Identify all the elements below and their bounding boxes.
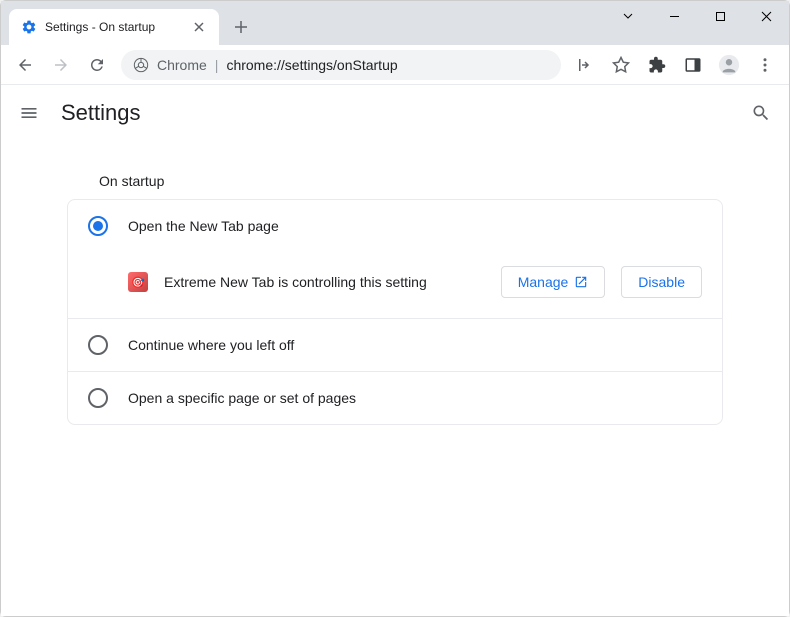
option-label: Continue where you left off — [128, 337, 294, 353]
settings-header: Settings — [1, 85, 789, 141]
option-new-tab[interactable]: Open the New Tab page — [68, 200, 722, 252]
back-button[interactable] — [9, 49, 41, 81]
browser-tab[interactable]: Settings - On startup — [9, 9, 219, 45]
new-tab-button[interactable] — [227, 13, 255, 41]
option-specific[interactable]: Open a specific page or set of pages — [68, 372, 722, 424]
radio-selected-icon — [88, 216, 108, 236]
profile-icon[interactable] — [713, 49, 745, 81]
forward-button[interactable] — [45, 49, 77, 81]
reload-button[interactable] — [81, 49, 113, 81]
option-label: Open a specific page or set of pages — [128, 390, 356, 406]
launch-icon — [574, 275, 588, 289]
extension-message: Extreme New Tab is controlling this sett… — [164, 274, 485, 290]
address-context: Chrome — [157, 57, 207, 73]
titlebar: Settings - On startup — [1, 1, 789, 45]
address-divider: | — [215, 57, 219, 73]
chrome-icon — [133, 57, 149, 73]
close-button[interactable] — [743, 1, 789, 31]
startup-options-card: Open the New Tab page 🎯 Extreme New Tab … — [67, 199, 723, 425]
hamburger-icon[interactable] — [17, 101, 41, 125]
search-icon[interactable] — [749, 101, 773, 125]
manage-button[interactable]: Manage — [501, 266, 606, 298]
page-title: Settings — [61, 100, 729, 126]
address-bar[interactable]: Chrome | chrome://settings/onStartup — [121, 50, 561, 80]
share-icon[interactable] — [569, 49, 601, 81]
extension-notice: 🎯 Extreme New Tab is controlling this se… — [68, 252, 722, 318]
chevron-down-icon[interactable] — [605, 1, 651, 31]
option-continue[interactable]: Continue where you left off — [68, 319, 722, 371]
option-label: Open the New Tab page — [128, 218, 279, 234]
address-url: chrome://settings/onStartup — [226, 57, 397, 73]
manage-label: Manage — [518, 274, 569, 290]
toolbar: Chrome | chrome://settings/onStartup — [1, 45, 789, 85]
close-icon[interactable] — [191, 19, 207, 35]
radio-icon — [88, 335, 108, 355]
gear-icon — [21, 19, 37, 35]
minimize-button[interactable] — [651, 1, 697, 31]
content-area: Settings On startup Open the New Tab pag… — [1, 85, 789, 616]
window-controls — [605, 1, 789, 31]
section-title: On startup — [59, 153, 731, 199]
more-icon[interactable] — [749, 49, 781, 81]
tab-title: Settings - On startup — [45, 20, 183, 34]
maximize-button[interactable] — [697, 1, 743, 31]
extensions-icon[interactable] — [641, 49, 673, 81]
radio-icon — [88, 388, 108, 408]
disable-button[interactable]: Disable — [621, 266, 702, 298]
bookmark-icon[interactable] — [605, 49, 637, 81]
disable-label: Disable — [638, 274, 685, 290]
sidepanel-icon[interactable] — [677, 49, 709, 81]
extension-icon: 🎯 — [128, 272, 148, 292]
